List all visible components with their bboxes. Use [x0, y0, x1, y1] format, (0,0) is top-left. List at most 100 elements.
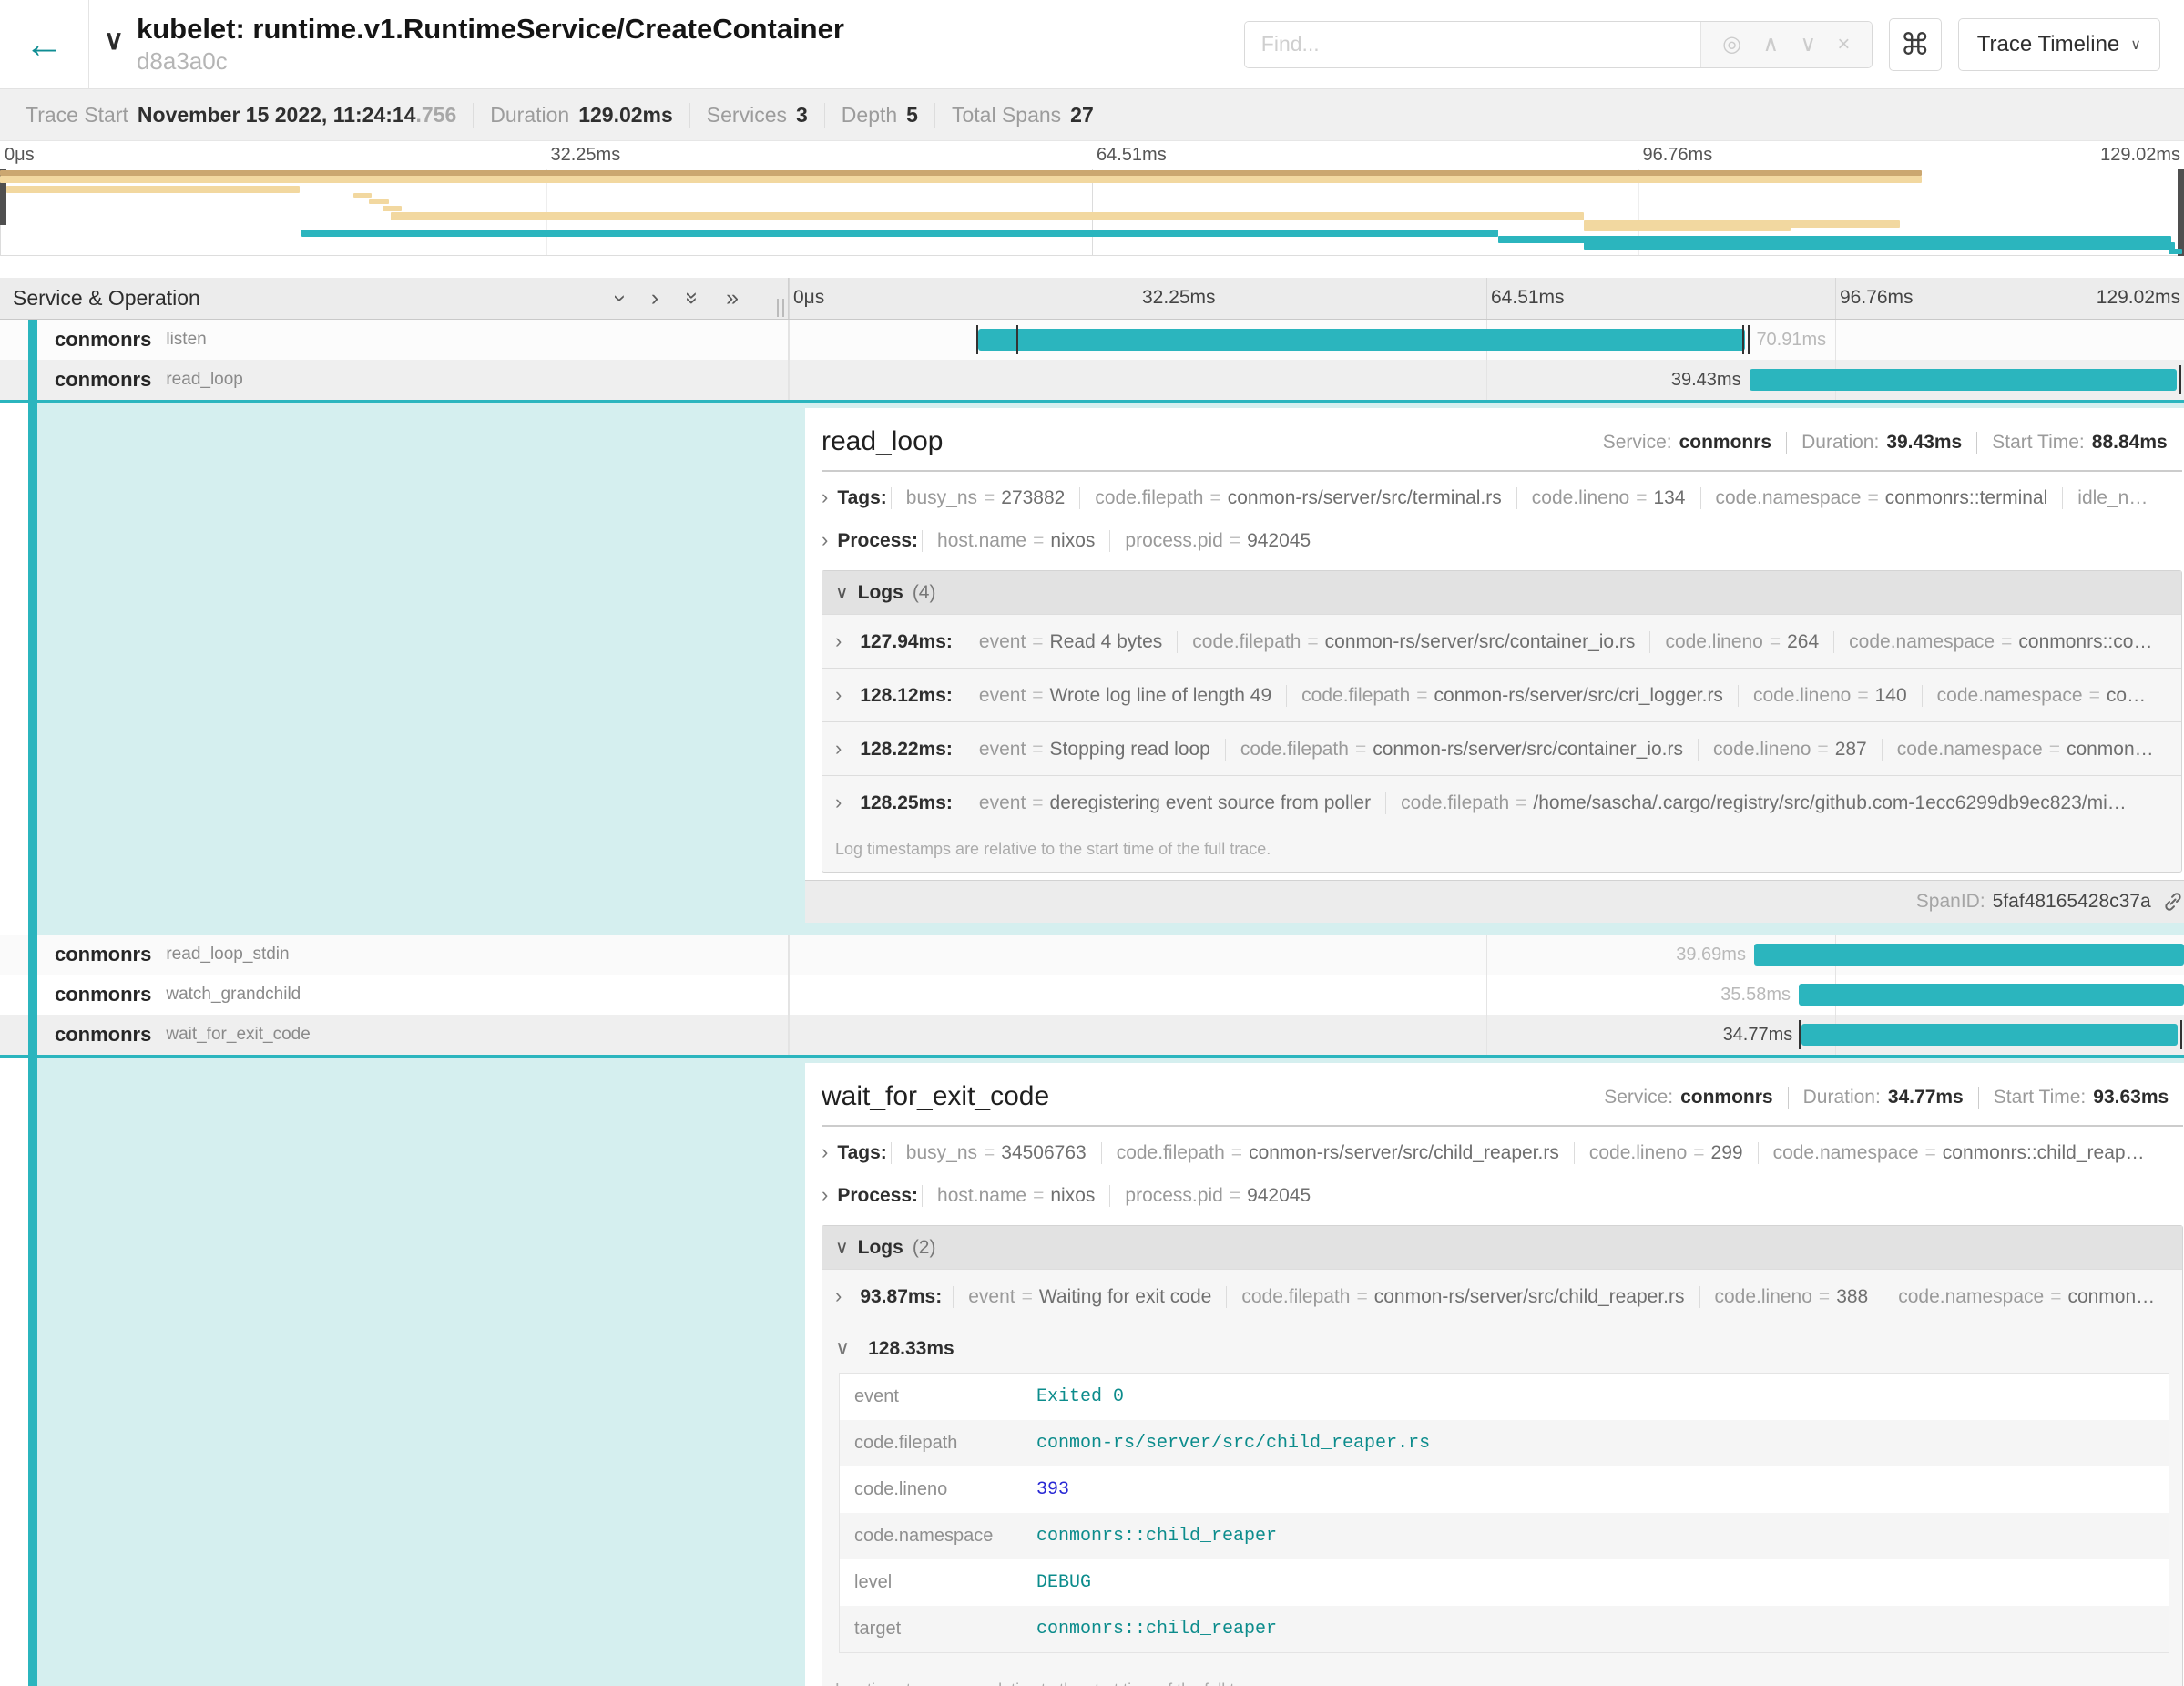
collapse-one-icon[interactable]: › [651, 287, 658, 310]
span-timeline-cell: 70.91ms [789, 320, 2184, 360]
span-detail-title: wait_for_exit_code [822, 1081, 1049, 1112]
keyboard-shortcuts-button[interactable]: ⌘ [1889, 18, 1942, 71]
minimap-span [0, 176, 1922, 183]
timeline-tick: 64.51ms [1486, 287, 1565, 309]
log-entry[interactable]: › 128.25ms: event=deregistering event so… [822, 775, 2181, 829]
kv-row: code.namespace conmonrs::child_reaper [840, 1513, 2169, 1559]
service-color-bar [28, 403, 37, 935]
chevron-down-icon: ∨ [835, 581, 849, 604]
detail-left-fill [37, 403, 789, 935]
minimap-span [1584, 226, 1791, 231]
service-color-bar [28, 360, 37, 400]
span-bar[interactable] [1799, 984, 2184, 1006]
minimap-span [369, 199, 389, 204]
detail-start-time: Start Time:88.84ms [1976, 432, 2181, 454]
command-icon: ⌘ [1900, 26, 1930, 62]
chevron-right-icon: › [822, 1140, 828, 1164]
span-name-cell[interactable]: conmonrs listen [0, 320, 789, 360]
log-marker-tick [1742, 325, 1744, 354]
timeline-tick: 129.02ms [2097, 287, 2180, 309]
span-row-wait-for-exit-code: conmonrs wait_for_exit_code 34.77ms [0, 1015, 2184, 1055]
kv-row: target conmonrs::child_reaper [840, 1606, 2169, 1652]
tag-field: code.namespace=conmonrs::terminal [1700, 487, 2063, 509]
span-duration-label: 39.69ms [1676, 935, 1746, 975]
trace-depth: Depth5 [824, 103, 934, 128]
span-detail-panel: wait_for_exit_code Service:conmonrs Dura… [805, 1063, 2184, 1686]
timeline-tick: 96.76ms [1835, 287, 1914, 309]
logs-header[interactable]: ∨ Logs (2) [822, 1226, 2182, 1269]
span-name-cell[interactable]: conmonrs read_loop_stdin [0, 935, 789, 975]
span-bar[interactable] [978, 329, 1745, 351]
kv-row: event Exited 0 [840, 1374, 2169, 1420]
span-link-icon[interactable] [2162, 891, 2184, 913]
span-timeline-cell: 35.58ms [789, 975, 2184, 1015]
detail-service: Service:conmonrs [1588, 432, 1786, 454]
tags-accordion[interactable]: › Tags: busy_ns=273882 code.filepath=con… [805, 472, 2184, 515]
logs-footnote: Log timestamps are relative to the start… [822, 829, 2181, 872]
kv-row: code.filepath conmon-rs/server/src/child… [840, 1420, 2169, 1466]
span-row-watch-grandchild: conmonrs watch_grandchild 35.58ms [0, 975, 2184, 1015]
service-operation-label: Service & Operation [13, 286, 200, 311]
collapse-all-icon[interactable]: » [726, 287, 739, 310]
trace-services: Services3 [689, 103, 824, 128]
span-bar[interactable] [1801, 1024, 2178, 1046]
span-name-cell[interactable]: conmonrs watch_grandchild [0, 975, 789, 1015]
log-entry-expanded-header[interactable]: ∨ 128.33ms [835, 1336, 2169, 1360]
grid-header: Service & Operation › › » » 0μs 32.25ms … [0, 278, 2184, 320]
find-next-icon[interactable]: ∨ [1800, 31, 1816, 57]
chevron-right-icon: › [822, 528, 828, 552]
log-entry[interactable]: › 127.94ms: event=Read 4 bytes code.file… [822, 614, 2181, 668]
log-entry[interactable]: › 93.87ms: event=Waiting for exit code c… [822, 1269, 2182, 1323]
span-bar[interactable] [1750, 369, 2177, 391]
detail-left-column [0, 403, 789, 935]
span-timeline-cell: 39.43ms [789, 360, 2184, 400]
tags-accordion[interactable]: › Tags: busy_ns=34506763 code.filepath=c… [805, 1127, 2184, 1170]
title-wrap: ∨ kubelet: runtime.v1.RuntimeService/Cre… [104, 13, 844, 76]
expand-one-icon[interactable]: › [608, 294, 631, 301]
process-accordion[interactable]: › Process: host.name=nixos process.pid=9… [805, 515, 2184, 557]
span-duration-label: 39.43ms [1671, 360, 1741, 400]
service-color-bar [28, 975, 37, 1015]
expand-all-icon[interactable]: » [681, 292, 704, 305]
process-field: process.pid=942045 [1109, 530, 1325, 552]
operation-name: listen [166, 330, 206, 350]
process-accordion[interactable]: › Process: host.name=nixos process.pid=9… [805, 1170, 2184, 1212]
trace-minimap[interactable] [0, 169, 2184, 256]
span-name-cell[interactable]: conmonrs read_loop [0, 360, 789, 400]
kv-row: level DEBUG [840, 1559, 2169, 1606]
ruler-tick: 96.76ms [1638, 145, 1713, 166]
process-field: process.pid=942045 [1109, 1185, 1325, 1207]
chevron-down-icon: ∨ [835, 1336, 850, 1360]
view-dropdown[interactable]: Trace Timeline ∨ [1958, 18, 2160, 71]
minimap-drag-handle-right[interactable] [2178, 169, 2184, 256]
process-field: host.name=nixos [922, 1185, 1109, 1207]
operation-name: wait_for_exit_code [166, 1025, 310, 1045]
column-resize-handle[interactable] [777, 299, 784, 317]
timeline-tick: 0μs [789, 287, 824, 309]
find-input[interactable] [1245, 22, 1700, 67]
span-bar[interactable] [1754, 944, 2184, 966]
log-entry[interactable]: › 128.12ms: event=Wrote log line of leng… [822, 668, 2181, 721]
tag-field: code.namespace=conmonrs::child_reap… [1758, 1142, 2159, 1164]
logs-section: ∨ Logs (2) › 93.87ms: event=Waiting for … [822, 1225, 2183, 1686]
span-name-cell[interactable]: conmonrs wait_for_exit_code [0, 1015, 789, 1055]
span-id-footer: SpanID: 5faf48165428c37a [805, 880, 2184, 923]
service-name: conmonrs [55, 983, 151, 1006]
minimap-span [383, 206, 403, 211]
chevron-right-icon: › [835, 629, 842, 653]
service-color-bar [28, 935, 37, 975]
find-prev-icon[interactable]: ∧ [1762, 31, 1779, 57]
scope-icon[interactable]: ◎ [1722, 31, 1741, 57]
logs-header[interactable]: ∨ Logs (4) [822, 571, 2181, 614]
ruler-tick: 64.51ms [1092, 145, 1167, 166]
detail-duration: Duration:39.43ms [1786, 432, 1976, 454]
back-button[interactable]: ← [0, 0, 89, 88]
log-entry-expanded: ∨ 128.33ms event Exited 0 code.filepath … [822, 1323, 2182, 1670]
log-entry[interactable]: › 128.22ms: event=Stopping read loop cod… [822, 721, 2181, 775]
find-clear-icon[interactable]: × [1837, 32, 1850, 57]
trace-collapse-icon[interactable]: ∨ [104, 25, 124, 56]
span-row-listen: conmonrs listen 70.91ms [0, 320, 2184, 360]
minimap-ruler: 0μs 32.25ms 64.51ms 96.76ms 129.02ms [0, 141, 2184, 169]
span-detail-row-read-loop: read_loop Service:conmonrs Duration:39.4… [0, 400, 2184, 935]
span-duration-label: 35.58ms [1720, 975, 1791, 1015]
